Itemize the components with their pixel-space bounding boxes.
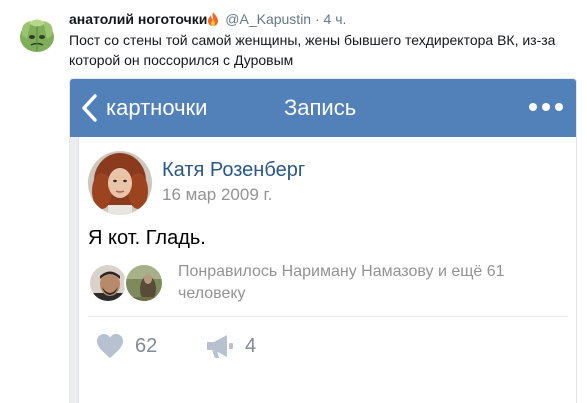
divider bbox=[88, 316, 568, 317]
megaphone-icon[interactable] bbox=[205, 333, 235, 359]
share-count: 4 bbox=[245, 335, 257, 357]
like-count: 62 bbox=[135, 335, 158, 357]
post-card: Катя Розенберг 16 мар 2009 г. Я кот. Гла… bbox=[78, 137, 576, 403]
tweet: анатолий ноготочки @A_Kapustin · 4 ч. По… bbox=[0, 0, 587, 403]
fire-icon bbox=[208, 12, 219, 26]
author-avatar[interactable] bbox=[88, 151, 152, 215]
tweet-text: Пост со стены той самой женщины, жены бы… bbox=[69, 32, 556, 68]
likes-summary[interactable]: Понравилось Нариману Намазову и ещё 61 ч… bbox=[178, 261, 568, 305]
back-button[interactable]: картночки bbox=[106, 94, 207, 122]
likers-avatars bbox=[88, 263, 178, 303]
heart-icon[interactable] bbox=[96, 333, 124, 359]
outdoor-photo-image bbox=[126, 265, 162, 301]
liker-avatar[interactable] bbox=[88, 263, 128, 303]
portrait-image bbox=[88, 151, 152, 215]
tweet-time[interactable]: 4 ч. bbox=[324, 11, 347, 27]
post-author-name[interactable]: Катя Розенберг bbox=[162, 158, 305, 182]
page-title: Запись bbox=[284, 95, 357, 120]
cabbage-icon bbox=[15, 13, 59, 57]
author-name[interactable]: анатолий ноготочки bbox=[69, 11, 207, 27]
chevron-left-icon[interactable] bbox=[80, 93, 100, 123]
author-handle[interactable]: @A_Kapustin bbox=[225, 11, 311, 27]
vk-navigation-bar: картночки Запись bbox=[70, 79, 576, 137]
liker-avatar[interactable] bbox=[124, 263, 164, 303]
man-portrait-image bbox=[90, 265, 126, 301]
tweet-header: анатолий ноготочки @A_Kapustin · 4 ч. bbox=[69, 10, 346, 28]
post-body: Я кот. Гладь. bbox=[88, 227, 206, 249]
separator-dot: · bbox=[314, 11, 320, 27]
post-date[interactable]: 16 мар 2009 г. bbox=[162, 185, 272, 205]
ellipsis-icon[interactable] bbox=[528, 99, 564, 115]
cabbage-avatar[interactable] bbox=[15, 13, 59, 57]
embedded-screenshot[interactable]: картночки Запись Катя Розенберг 16 мар 2… bbox=[69, 78, 577, 403]
